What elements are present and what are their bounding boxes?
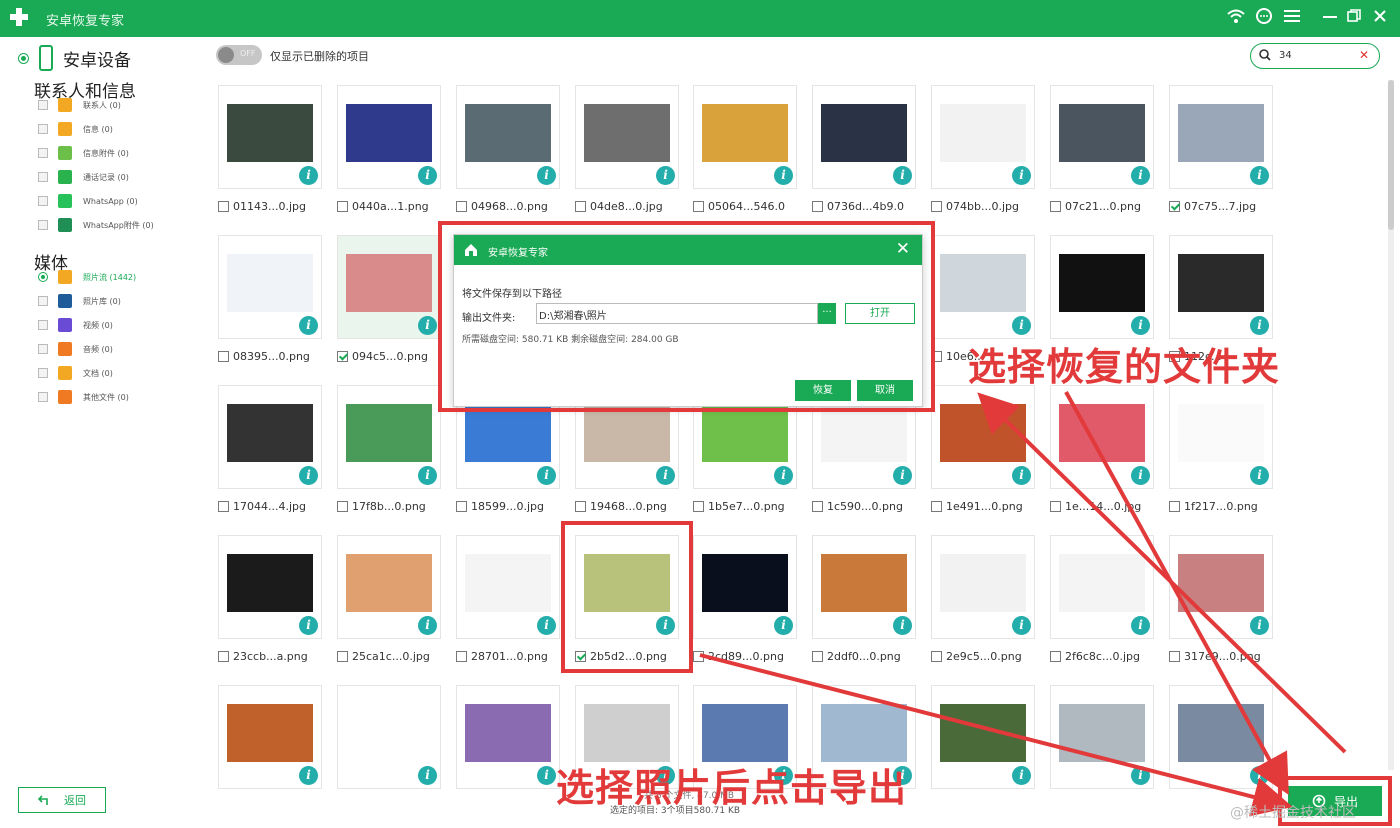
arrow-to-export-1 bbox=[1064, 391, 1289, 796]
annotation-arrows bbox=[699, 391, 1347, 817]
arrow-to-dialog bbox=[977, 392, 1347, 754]
arrow-to-export-2 bbox=[699, 653, 1293, 817]
watermark: @稀土掘金技术社区 bbox=[1230, 805, 1356, 821]
